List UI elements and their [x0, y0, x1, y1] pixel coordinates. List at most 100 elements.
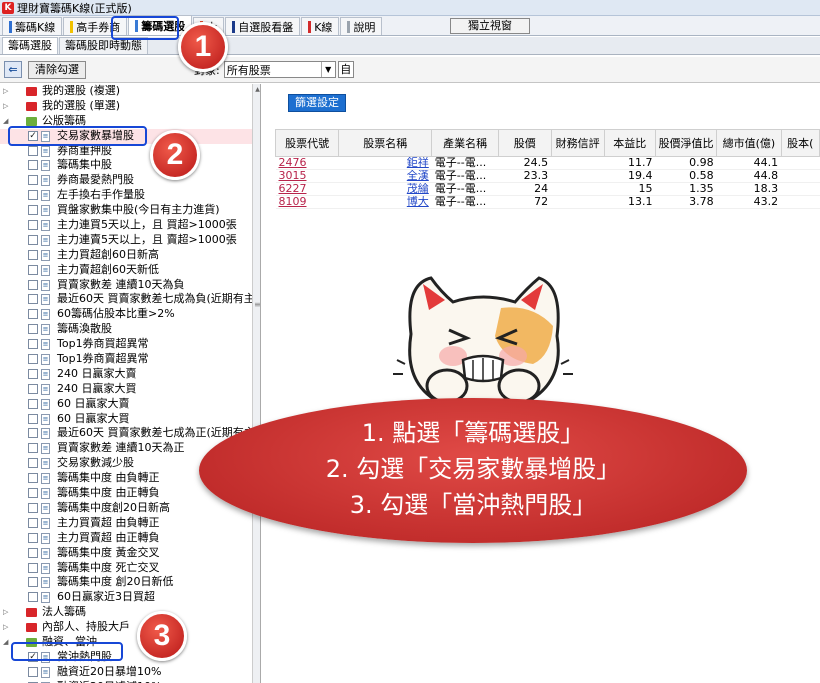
stock-name-link[interactable]: 鉅祥	[338, 156, 432, 170]
checkbox[interactable]	[28, 458, 38, 469]
tree-item[interactable]: ≡ 籌碼集中度 死亡交叉	[0, 561, 252, 576]
tree-item[interactable]: ≡ 左手換右手作量股	[0, 188, 252, 203]
checkbox[interactable]	[28, 205, 38, 216]
checkbox[interactable]	[28, 160, 38, 171]
checkbox[interactable]	[28, 190, 38, 201]
checkbox[interactable]	[28, 666, 38, 677]
checkbox[interactable]	[28, 234, 38, 245]
tab-4[interactable]: 自選股看盤	[225, 17, 301, 35]
checkbox[interactable]	[28, 324, 38, 335]
checkbox[interactable]	[28, 502, 38, 513]
table-row[interactable]: 3015 全漢 電子--電... 23.3 19.4 0.58 44.8	[275, 169, 820, 183]
column-header[interactable]: 產業名稱	[431, 129, 499, 157]
tree-item[interactable]: ≡ 60 日贏家大賣	[0, 397, 252, 412]
back-arrow-icon[interactable]: ⇐	[4, 61, 22, 78]
checkbox[interactable]	[28, 175, 38, 186]
tree-item[interactable]: ≡ 券商最愛熱門股	[0, 173, 252, 188]
checkbox[interactable]	[28, 443, 38, 454]
checkbox[interactable]	[28, 294, 38, 305]
target-extra-box[interactable]: 自	[337, 61, 354, 78]
column-header[interactable]: 本益比	[603, 129, 656, 157]
expand-icon[interactable]: ▷	[3, 624, 9, 631]
checkbox[interactable]	[28, 279, 38, 290]
stock-code-link[interactable]: 6227	[275, 182, 339, 196]
float-window-button[interactable]: 獨立視窗	[450, 18, 530, 34]
checkbox[interactable]	[28, 398, 38, 409]
tree-item[interactable]: ≡ 60籌碼佔股本比重>2%	[0, 307, 252, 322]
checkbox[interactable]	[28, 547, 38, 558]
checkbox[interactable]	[28, 428, 38, 439]
tree-item[interactable]: ≡ 主力賣超創60天新低	[0, 263, 252, 278]
checkbox[interactable]	[28, 413, 38, 424]
filter-settings-button[interactable]: 篩選設定	[288, 94, 346, 112]
scroll-up-arrow-icon[interactable]: ▲	[253, 86, 260, 93]
stock-code-link[interactable]: 2476	[275, 156, 339, 170]
stock-name-link[interactable]: 博大	[338, 195, 432, 209]
tree-item[interactable]: ≡ 60日贏家近3日買超	[0, 590, 252, 605]
expand-icon[interactable]: ▷	[3, 88, 9, 95]
tree-item[interactable]: ≡ 籌碼集中度 黃金交叉	[0, 546, 252, 561]
clear-checks-button[interactable]: 清除勾選	[28, 60, 86, 79]
checkbox[interactable]	[28, 220, 38, 231]
table-row[interactable]: 2476 鉅祥 電子--電... 24.5 11.7 0.98 44.1	[275, 156, 820, 170]
tab-6[interactable]: 說明	[340, 17, 383, 35]
tab-0[interactable]: 籌碼K線	[2, 17, 63, 35]
checkbox[interactable]	[28, 517, 38, 528]
column-header[interactable]: 股價淨值比	[654, 129, 718, 157]
tree-item[interactable]: ≡ 240 日贏家大賣	[0, 367, 252, 382]
tree-item[interactable]: ≡ 籌碼集中度 創20日新低	[0, 575, 252, 590]
subtab-chip-screener[interactable]: 籌碼選股	[2, 37, 58, 54]
checkbox[interactable]	[28, 249, 38, 260]
collapse-icon[interactable]: ◢	[3, 117, 9, 125]
column-header[interactable]: 股價	[497, 129, 552, 157]
checkbox[interactable]	[28, 264, 38, 275]
target-select[interactable]: 所有股票 ▼	[223, 61, 336, 78]
column-header[interactable]: 總市值(億)	[716, 129, 782, 157]
tab-5[interactable]: K線	[301, 17, 340, 35]
checkbox[interactable]	[28, 368, 38, 379]
checkbox[interactable]	[28, 577, 38, 588]
checkbox[interactable]	[28, 592, 38, 603]
column-header[interactable]: 股票代號	[274, 129, 340, 157]
collapse-icon[interactable]: ◢	[3, 638, 9, 646]
column-header[interactable]: 股本(	[780, 129, 820, 157]
tree-group[interactable]: ▷ 我的選股 (單選)	[0, 99, 252, 114]
tree-item[interactable]: ≡ 主力買賣超 由正轉負	[0, 531, 252, 546]
column-header[interactable]: 財務信評	[550, 129, 605, 157]
tree-item[interactable]: ≡融資近20日遽減10%	[0, 680, 252, 683]
tree-item[interactable]: ≡ 融資近20日暴增10%	[0, 665, 252, 680]
tree-group[interactable]: ▷ 法人籌碼	[0, 605, 252, 620]
stock-name-link[interactable]: 茂綸	[338, 182, 432, 196]
checkbox[interactable]	[28, 488, 38, 499]
tree-item[interactable]: ≡ Top1券商買超異常	[0, 337, 252, 352]
tree-item[interactable]: ≡ Top1券商賣超異常	[0, 352, 252, 367]
tree-group[interactable]: ▷ 我的選股 (複選)	[0, 84, 252, 99]
column-header[interactable]: 股票名稱	[338, 129, 433, 157]
tree-scrollbar[interactable]: ▲ ≡	[252, 84, 260, 683]
checkbox[interactable]	[28, 532, 38, 543]
tree-item[interactable]: ≡ 主力連賣5天以上，且 賣超>1000張	[0, 233, 252, 248]
table-row[interactable]: 6227 茂綸 電子--電... 24 15 1.35 18.3	[275, 182, 820, 196]
checkbox[interactable]	[28, 309, 38, 320]
tree-item[interactable]: ≡ 買盤家數集中股(今日有主力進貨)	[0, 203, 252, 218]
stock-code-link[interactable]: 3015	[275, 169, 339, 183]
stock-code-link[interactable]: 8109	[275, 195, 339, 209]
tree-item[interactable]: ≡ 主力買超創60日新高	[0, 248, 252, 263]
dropdown-arrow-icon[interactable]: ▼	[320, 62, 335, 77]
expand-icon[interactable]: ▷	[3, 102, 9, 110]
checkbox[interactable]	[28, 145, 38, 156]
table-row[interactable]: 8109 博大 電子--電... 72 13.1 3.78 43.2	[275, 195, 820, 209]
stock-name-link[interactable]: 全漢	[338, 169, 432, 183]
tree-item[interactable]: ≡ 最近60天 買賣家數差七成為負(近期有主...	[0, 292, 252, 307]
tree-item[interactable]: ≡ 240 日贏家大買	[0, 382, 252, 397]
checkbox[interactable]	[28, 339, 38, 350]
checkbox[interactable]	[28, 383, 38, 394]
checkbox[interactable]	[28, 354, 38, 365]
expand-icon[interactable]: ▷	[3, 609, 9, 616]
scroll-grip-icon[interactable]: ≡	[254, 300, 260, 309]
tree-item[interactable]: ≡ 籌碼集中股	[0, 158, 252, 173]
checkbox[interactable]	[28, 562, 38, 573]
tree-group[interactable]: ▷ 內部人、持股大戶	[0, 620, 252, 635]
tree-item[interactable]: ≡ 買賣家數差 連續10天為負	[0, 278, 252, 293]
tree-item[interactable]: ≡ 主力連買5天以上，且 買超>1000張	[0, 218, 252, 233]
